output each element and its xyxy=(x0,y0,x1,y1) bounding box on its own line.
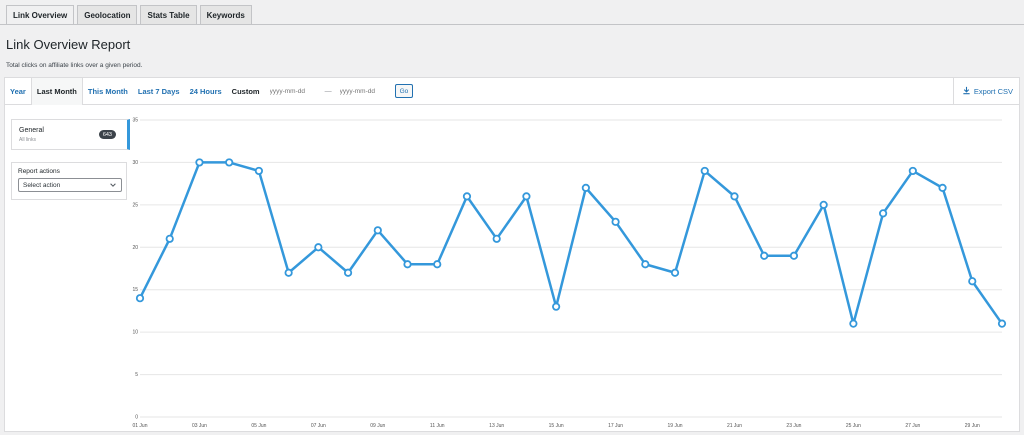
range-last-7-days[interactable]: Last 7 Days xyxy=(133,78,185,105)
y-tick-label: 30 xyxy=(132,160,138,166)
data-point[interactable] xyxy=(284,268,293,277)
data-point[interactable] xyxy=(403,260,412,269)
y-axis-ticks: 0 5 10 15 20 25 30 35 xyxy=(132,118,138,421)
data-point[interactable] xyxy=(581,183,590,192)
tabs-divider xyxy=(0,24,1024,25)
custom-range-label: Custom xyxy=(231,86,260,96)
legend-subtitle: All links xyxy=(19,137,36,143)
export-csv-label: Export CSV xyxy=(973,87,1013,96)
data-point[interactable] xyxy=(135,294,145,303)
x-tick-label: 25 Jun xyxy=(846,423,861,429)
data-point[interactable] xyxy=(165,234,174,243)
range-24-hours[interactable]: 24 Hours xyxy=(185,78,227,105)
data-point[interactable] xyxy=(314,243,323,252)
x-tick-label: 07 Jun xyxy=(311,423,326,429)
x-tick-label: 11 Jun xyxy=(430,423,445,429)
data-point[interactable] xyxy=(373,226,382,235)
data-point[interactable] xyxy=(195,158,204,167)
chart-grid xyxy=(140,119,1002,418)
data-point[interactable] xyxy=(552,302,561,311)
x-tick-label: 13 Jun xyxy=(489,423,504,429)
y-tick-label: 0 xyxy=(135,415,138,421)
x-tick-label: 27 Jun xyxy=(905,423,920,429)
tab-stats-table[interactable]: Stats Table xyxy=(140,5,197,24)
data-point[interactable] xyxy=(997,319,1007,328)
report-actions-select[interactable]: Select action xyxy=(18,178,122,192)
data-point[interactable] xyxy=(254,166,263,176)
range-year[interactable]: Year xyxy=(5,78,31,105)
series-legend-general[interactable]: General All links 643 xyxy=(11,119,130,150)
data-point[interactable] xyxy=(433,260,442,269)
y-tick-label: 10 xyxy=(132,330,138,336)
data-point[interactable] xyxy=(522,192,531,201)
data-point[interactable] xyxy=(225,158,234,167)
range-this-month[interactable]: This Month xyxy=(83,78,133,105)
report-actions-box: Report actions Select action xyxy=(11,162,127,200)
report-actions-label: Report actions xyxy=(18,168,60,175)
data-point[interactable] xyxy=(908,166,917,176)
y-tick-label: 20 xyxy=(132,245,138,251)
x-tick-label: 03 Jun xyxy=(192,423,207,429)
page-subtitle: Total clicks on affiliate links over a g… xyxy=(6,62,143,69)
data-point[interactable] xyxy=(700,166,709,176)
chevron-down-icon xyxy=(109,181,117,191)
x-tick-label: 17 Jun xyxy=(608,423,623,429)
data-point[interactable] xyxy=(968,277,977,286)
data-point[interactable] xyxy=(730,192,739,201)
report-tabs: Link Overview Geolocation Stats Table Ke… xyxy=(6,5,252,24)
x-tick-label: 29 Jun xyxy=(965,423,980,429)
data-point[interactable] xyxy=(789,251,799,260)
go-button[interactable]: Go xyxy=(394,84,414,98)
report-sidebar: General All links 643 Report actions Sel… xyxy=(5,106,130,431)
data-point[interactable] xyxy=(462,192,472,201)
data-point[interactable] xyxy=(760,251,769,260)
x-tick-label: 09 Jun xyxy=(370,423,385,429)
series-line-general xyxy=(138,161,1004,325)
range-toolbar: Year Last Month This Month Last 7 Days 2… xyxy=(5,77,1019,105)
x-axis-ticks: 01 Jun 03 Jun 05 Jun 07 Jun 09 Jun 11 Jun 13 J… xyxy=(132,423,980,429)
y-tick-label: 35 xyxy=(132,118,138,124)
tab-geolocation[interactable]: Geolocation xyxy=(77,5,138,24)
range-last-month[interactable]: Last Month xyxy=(30,77,83,105)
y-tick-label: 5 xyxy=(135,372,138,378)
x-tick-label: 21 Jun xyxy=(727,423,742,429)
clicks-line-chart: 05101520253035 01 Jun 03 Jun 05 Jun 07 Jun 0… xyxy=(132,118,1007,429)
x-tick-label: 05 Jun xyxy=(251,423,266,429)
y-tick-label: 15 xyxy=(132,287,138,293)
date-separator: — xyxy=(324,87,332,95)
page-title: Link Overview Report xyxy=(6,37,131,52)
report-panel: Year Last Month This Month Last 7 Days 2… xyxy=(4,77,1020,432)
export-csv-button[interactable]: Export CSV xyxy=(952,78,1019,105)
data-point[interactable] xyxy=(849,319,858,328)
data-point[interactable] xyxy=(670,268,680,277)
x-tick-label: 23 Jun xyxy=(786,423,801,429)
report-actions-selected: Select action xyxy=(23,181,61,189)
legend-title: General xyxy=(19,127,44,134)
data-point[interactable] xyxy=(819,200,828,209)
x-tick-label: 15 Jun xyxy=(549,423,564,429)
data-point[interactable] xyxy=(492,234,501,243)
data-point[interactable] xyxy=(641,260,650,269)
download-icon xyxy=(962,86,971,97)
start-date-input[interactable] xyxy=(267,84,322,98)
tab-keywords[interactable]: Keywords xyxy=(199,5,252,24)
x-tick-label: 01 Jun xyxy=(132,423,147,429)
tab-link-overview[interactable]: Link Overview xyxy=(6,5,75,24)
data-point[interactable] xyxy=(938,183,947,192)
data-point[interactable] xyxy=(611,217,620,226)
x-tick-label: 19 Jun xyxy=(668,423,683,429)
legend-count-badge: 643 xyxy=(98,130,116,139)
y-tick-label: 25 xyxy=(132,202,138,208)
data-point[interactable] xyxy=(879,209,888,218)
end-date-input[interactable] xyxy=(337,84,392,98)
data-point[interactable] xyxy=(343,268,353,277)
